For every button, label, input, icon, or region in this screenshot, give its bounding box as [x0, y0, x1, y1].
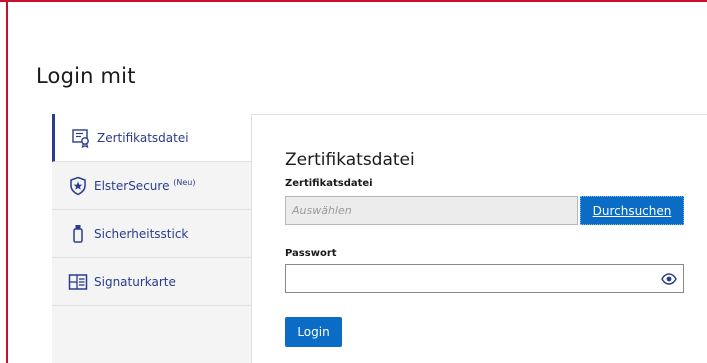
section-title: Zertifikatsdatei [285, 150, 415, 170]
sidebar-item-label: ElsterSecure (Neu) [94, 178, 196, 193]
shield-star-icon [68, 176, 88, 196]
file-field-label: Zertifikatsdatei [285, 178, 373, 189]
signature-card-icon [68, 272, 88, 292]
frame-top-border [0, 0, 707, 2]
sidebar-item-signaturkarte[interactable]: Signaturkarte [52, 258, 251, 306]
sidebar-item-zertifikatsdatei[interactable]: Zertifikatsdatei [52, 114, 251, 162]
sidebar-item-sicherheitsstick[interactable]: Sicherheitsstick [52, 210, 251, 258]
page-title: Login mit [36, 64, 136, 88]
sidebar-item-label: Signaturkarte [94, 274, 176, 289]
sidebar-item-elstersecure[interactable]: ElsterSecure (Neu) [52, 162, 251, 210]
login-button[interactable]: Login [285, 317, 342, 347]
login-method-sidebar: Zertifikatsdatei ElsterSecure (Neu) Sich… [52, 114, 252, 363]
sidebar-item-text: ElsterSecure [94, 179, 170, 193]
usb-stick-icon [68, 224, 88, 244]
browse-button[interactable]: Durchsuchen [580, 196, 684, 225]
frame-left-border [6, 0, 8, 363]
password-field[interactable] [285, 264, 684, 293]
sidebar-item-label: Sicherheitsstick [94, 226, 189, 241]
eye-icon[interactable] [661, 271, 677, 287]
sidebar-item-label: Zertifikatsdatei [97, 130, 189, 145]
certificate-file-input[interactable]: Auswählen [285, 196, 578, 225]
password-field-label: Passwort [285, 248, 337, 259]
certificate-icon [71, 128, 91, 148]
file-input-placeholder: Auswählen [292, 204, 352, 217]
new-badge: (Neu) [173, 178, 196, 187]
